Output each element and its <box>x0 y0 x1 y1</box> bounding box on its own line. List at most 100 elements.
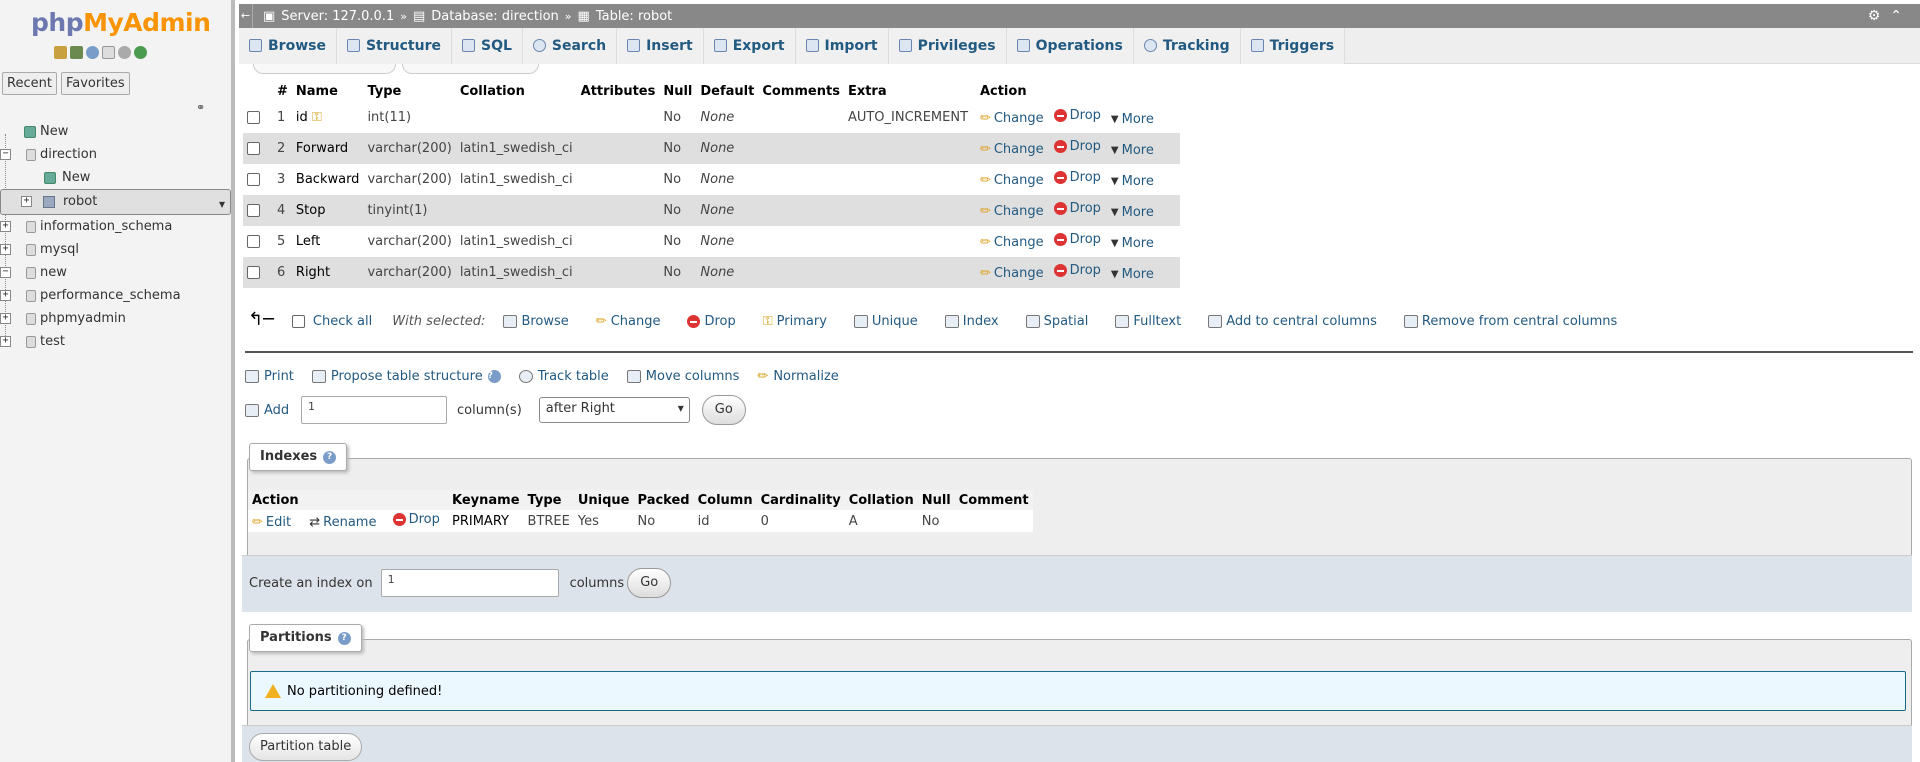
more-actions-dropdown[interactable]: ▼ More <box>1111 112 1154 127</box>
index-rename-link[interactable]: ⇄ Rename <box>309 515 376 530</box>
expand-icon[interactable]: + <box>0 244 11 255</box>
propose-structure-link[interactable]: Propose table structure? <box>311 369 501 384</box>
change-column-link[interactable]: ✏ Change <box>980 235 1044 250</box>
row-checkbox[interactable] <box>247 235 260 248</box>
tree-item-phpmyadmin[interactable]: + phpmyadmin <box>0 307 231 330</box>
column-name[interactable]: Backward <box>296 172 360 187</box>
tree-item-new-table[interactable]: New <box>0 166 231 189</box>
row-checkbox[interactable] <box>247 111 260 124</box>
tree-item-information-schema[interactable]: + information_schema <box>0 215 231 238</box>
tab-export[interactable]: Export <box>703 27 796 64</box>
check-all-checkbox[interactable] <box>291 314 305 328</box>
bulk-change-button[interactable]: ✏ Change <box>596 314 661 329</box>
create-index-go-button[interactable]: Go <box>627 568 672 598</box>
phpmyadmin-logo[interactable]: phpMyAdmin <box>31 8 211 37</box>
collapse-icon[interactable]: − <box>0 149 11 160</box>
collapse-nav-icon[interactable]: ← <box>239 4 253 28</box>
change-column-link[interactable]: ✏ Change <box>980 111 1044 126</box>
row-checkbox[interactable] <box>247 173 260 186</box>
tree-item-direction[interactable]: − direction <box>0 143 231 166</box>
bulk-index-button[interactable]: Index <box>944 314 999 329</box>
col-header-attributes[interactable]: Attributes <box>576 80 660 102</box>
col-header-default[interactable]: Default <box>696 80 759 102</box>
track-table-link[interactable]: Track table <box>518 369 609 384</box>
reload-icon[interactable] <box>134 46 147 59</box>
column-name[interactable]: Stop <box>296 203 326 218</box>
row-checkbox[interactable] <box>247 204 260 217</box>
tab-search[interactable]: Search <box>522 27 618 64</box>
drop-column-link[interactable]: Drop <box>1053 263 1101 278</box>
drop-column-link[interactable]: Drop <box>1053 232 1101 247</box>
col-header-null[interactable]: Null <box>659 80 697 102</box>
bulk-browse-button[interactable]: Browse <box>503 314 569 329</box>
index-drop-link[interactable]: Drop <box>392 512 440 527</box>
collapse-top-icon[interactable]: ⌃ <box>1890 8 1902 24</box>
col-header-comments[interactable]: Comments <box>758 80 844 102</box>
help-icon[interactable]: ? <box>337 631 351 645</box>
docs-icon[interactable] <box>102 46 115 59</box>
tree-item-new-database[interactable]: New <box>0 120 231 143</box>
move-columns-link[interactable]: Move columns <box>626 369 739 384</box>
tree-item-robot[interactable]: + robot <box>0 189 231 216</box>
bulk-spatial-button[interactable]: Spatial <box>1025 314 1088 329</box>
settings-gear-icon[interactable]: ⚙ <box>1868 8 1881 24</box>
tab-insert[interactable]: Insert <box>617 27 704 64</box>
recent-tab[interactable]: Recent <box>2 72 57 95</box>
expand-icon[interactable]: + <box>0 313 11 324</box>
tab-operations[interactable]: Operations <box>1006 27 1134 64</box>
remove-central-columns-button[interactable]: Remove from central columns <box>1403 314 1617 329</box>
breadcrumb-server[interactable]: Server: 127.0.0.1 <box>281 9 394 24</box>
column-name[interactable]: Left <box>296 234 320 249</box>
more-actions-dropdown[interactable]: ▼ More <box>1111 267 1154 282</box>
change-column-link[interactable]: ✏ Change <box>980 266 1044 281</box>
normalize-link[interactable]: ✏ Normalize <box>757 369 838 384</box>
add-column-count-input[interactable]: 1 <box>301 396 447 424</box>
bulk-unique-button[interactable]: Unique <box>853 314 918 329</box>
help-icon[interactable]: ? <box>487 370 501 383</box>
bulk-fulltext-button[interactable]: Fulltext <box>1115 314 1181 329</box>
create-index-count-input[interactable]: 1 <box>380 569 559 597</box>
expand-icon[interactable]: + <box>0 336 11 347</box>
tab-import[interactable]: Import <box>795 27 889 64</box>
bulk-drop-button[interactable]: Drop <box>687 314 736 329</box>
more-actions-dropdown[interactable]: ▼ More <box>1111 205 1154 220</box>
drop-column-link[interactable]: Drop <box>1053 170 1101 185</box>
change-column-link[interactable]: ✏ Change <box>980 142 1044 157</box>
index-edit-link[interactable]: ✏ Edit <box>252 515 291 530</box>
home-icon[interactable] <box>54 46 67 59</box>
col-header-extra[interactable]: Extra <box>843 80 976 102</box>
drop-column-link[interactable]: Drop <box>1053 201 1101 216</box>
bulk-primary-button[interactable]: ⚿ Primary <box>763 314 827 329</box>
tree-item-mysql[interactable]: + mysql <box>0 238 231 261</box>
tree-item-test[interactable]: + test <box>0 330 231 353</box>
add-column-go-button[interactable]: Go <box>701 395 746 425</box>
breadcrumb-table[interactable]: Table: robot <box>596 9 672 24</box>
tab-structure[interactable]: Structure <box>336 27 452 64</box>
row-checkbox[interactable] <box>247 266 260 279</box>
change-column-link[interactable]: ✏ Change <box>980 173 1044 188</box>
expand-icon[interactable]: + <box>0 290 11 301</box>
drop-column-link[interactable]: Drop <box>1053 139 1101 154</box>
check-all-label[interactable]: Check all <box>313 314 372 329</box>
col-header-collation[interactable]: Collation <box>455 80 577 102</box>
drop-column-link[interactable]: Drop <box>1053 108 1101 123</box>
tab-sql[interactable]: SQL <box>451 27 523 64</box>
add-central-columns-button[interactable]: Add to central columns <box>1208 314 1377 329</box>
change-column-link[interactable]: ✏ Change <box>980 204 1044 219</box>
column-position-select[interactable]: after Right <box>538 397 690 423</box>
tab-tracking[interactable]: Tracking <box>1133 27 1241 64</box>
more-actions-dropdown[interactable]: ▼ More <box>1111 174 1154 189</box>
help-icon[interactable]: ? <box>323 450 337 464</box>
help-icon[interactable] <box>86 46 99 59</box>
link-with-main-icon[interactable]: ⚭ <box>196 101 205 114</box>
expand-icon[interactable]: + <box>21 196 32 207</box>
tab-privileges[interactable]: Privileges <box>888 27 1007 64</box>
print-link[interactable]: Print <box>245 369 294 384</box>
breadcrumb-database[interactable]: Database: direction <box>431 9 559 24</box>
col-header-num[interactable]: # <box>273 80 292 102</box>
tab-browse[interactable]: Browse <box>239 27 337 64</box>
col-header-type[interactable]: Type <box>363 80 456 102</box>
favorites-tab[interactable]: Favorites <box>60 72 130 95</box>
tree-item-performance-schema[interactable]: + performance_schema <box>0 284 231 307</box>
column-name[interactable]: Right <box>296 265 330 280</box>
